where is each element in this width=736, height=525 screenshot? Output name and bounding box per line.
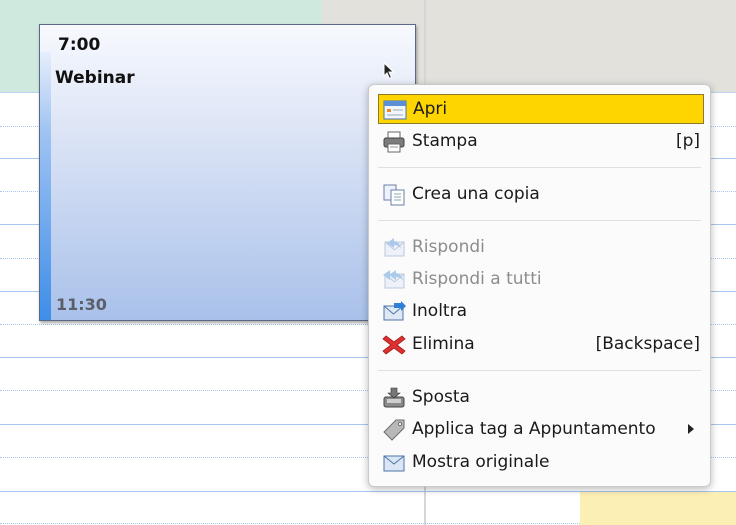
move-icon: [383, 387, 405, 408]
printer-icon: [383, 131, 405, 153]
menu-item-label: Inoltra: [412, 301, 467, 321]
menu-item-label: Applica tag a Appuntamento: [412, 419, 656, 439]
menu-item-label: Apri: [413, 99, 448, 119]
submenu-arrow-icon: [688, 424, 694, 434]
context-menu: Apri Stampa [p] Crea una copia Rispondi …: [368, 84, 711, 487]
menu-item-forward[interactable]: Inoltra: [378, 297, 704, 327]
menu-item-show-original[interactable]: Mostra originale: [378, 448, 704, 478]
menu-separator: [378, 370, 701, 371]
forward-icon: [383, 301, 406, 321]
event-title: Webinar: [55, 68, 135, 88]
event-start-time: 7:00: [58, 35, 101, 55]
envelope-icon: [383, 455, 405, 472]
menu-separator: [378, 220, 701, 221]
menu-item-label: Rispondi a tutti: [412, 269, 542, 289]
menu-item-shortcut: [Backspace]: [595, 334, 700, 354]
menu-item-open[interactable]: Apri: [378, 94, 704, 124]
menu-item-label: Elimina: [412, 334, 475, 354]
menu-item-shortcut: [p]: [675, 131, 700, 151]
reply-icon: [384, 238, 405, 257]
reply-all-icon: [383, 270, 405, 289]
menu-item-reply-all[interactable]: Rispondi a tutti: [378, 265, 704, 295]
menu-item-delete[interactable]: Elimina [Backspace]: [378, 330, 704, 360]
copy-icon: [383, 184, 405, 206]
menu-item-move[interactable]: Sposta: [378, 383, 704, 413]
event-color-bar: [40, 52, 51, 320]
menu-item-label: Crea una copia: [412, 184, 540, 204]
menu-item-label: Rispondi: [412, 237, 485, 257]
tag-icon: [383, 419, 405, 441]
menu-item-label: Stampa: [412, 131, 478, 151]
event-end-time: 11:30: [56, 295, 107, 314]
menu-item-copy[interactable]: Crea una copia: [378, 180, 704, 210]
mouse-pointer-icon: [383, 62, 395, 80]
menu-item-apply-tag[interactable]: Applica tag a Appuntamento: [378, 415, 704, 445]
menu-separator: [378, 167, 701, 168]
menu-item-label: Mostra originale: [412, 452, 550, 472]
event-card[interactable]: 7:00 Webinar 11:30: [39, 24, 416, 321]
menu-item-label: Sposta: [412, 387, 470, 407]
other-event-block[interactable]: [580, 492, 736, 525]
delete-icon: [382, 335, 406, 355]
menu-item-reply[interactable]: Rispondi: [378, 233, 704, 263]
calendar-open-icon: [383, 100, 407, 120]
menu-item-print[interactable]: Stampa [p]: [378, 127, 704, 157]
